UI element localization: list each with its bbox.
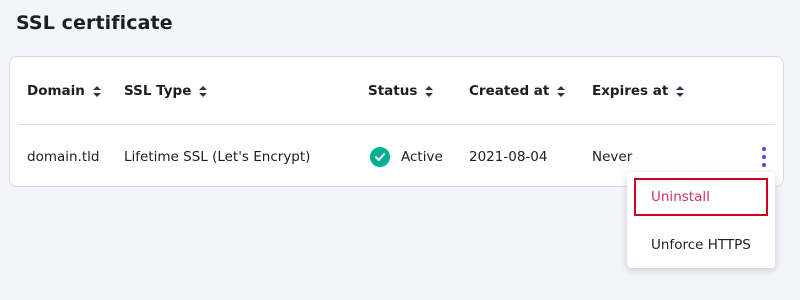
ssl-table-card: Domain SSL Type Status Created at Expire… bbox=[9, 56, 784, 187]
sort-icon[interactable] bbox=[92, 85, 101, 97]
sort-icon[interactable] bbox=[557, 85, 566, 97]
cell-created-at: 2021-08-04 bbox=[469, 149, 548, 165]
menu-item-uninstall[interactable]: Uninstall bbox=[627, 177, 775, 217]
column-header-domain[interactable]: Domain bbox=[27, 83, 101, 99]
header-divider bbox=[19, 124, 775, 125]
status-label: Active bbox=[401, 149, 443, 165]
column-header-ssl-type[interactable]: SSL Type bbox=[124, 83, 208, 99]
column-header-status[interactable]: Status bbox=[368, 83, 434, 99]
column-header-expires-at[interactable]: Expires at bbox=[592, 83, 685, 99]
column-header-label: Expires at bbox=[592, 83, 669, 99]
cell-expires-at: Never bbox=[592, 149, 633, 165]
page-title: SSL certificate bbox=[16, 12, 173, 34]
kebab-dot bbox=[762, 163, 766, 167]
cell-domain: domain.tld bbox=[27, 149, 100, 165]
cell-ssl-type: Lifetime SSL (Let's Encrypt) bbox=[124, 149, 311, 165]
check-circle-icon bbox=[370, 147, 390, 167]
sort-icon[interactable] bbox=[425, 85, 434, 97]
column-header-label: Status bbox=[368, 83, 418, 99]
sort-icon[interactable] bbox=[199, 85, 208, 97]
column-header-label: SSL Type bbox=[124, 83, 192, 99]
sort-icon[interactable] bbox=[676, 85, 685, 97]
kebab-dot bbox=[762, 147, 766, 151]
cell-status: Active bbox=[370, 147, 443, 167]
table-header: Domain SSL Type Status Created at Expire… bbox=[10, 57, 783, 125]
column-header-label: Created at bbox=[469, 83, 550, 99]
kebab-menu-icon[interactable] bbox=[759, 147, 769, 167]
column-header-created-at[interactable]: Created at bbox=[469, 83, 566, 99]
column-header-label: Domain bbox=[27, 83, 85, 99]
kebab-dot bbox=[762, 155, 766, 159]
menu-item-label: Uninstall bbox=[651, 189, 710, 205]
menu-item-label: Unforce HTTPS bbox=[651, 237, 751, 253]
row-actions-menu: Uninstall Unforce HTTPS bbox=[627, 172, 775, 268]
menu-item-unforce-https[interactable]: Unforce HTTPS bbox=[627, 225, 775, 265]
